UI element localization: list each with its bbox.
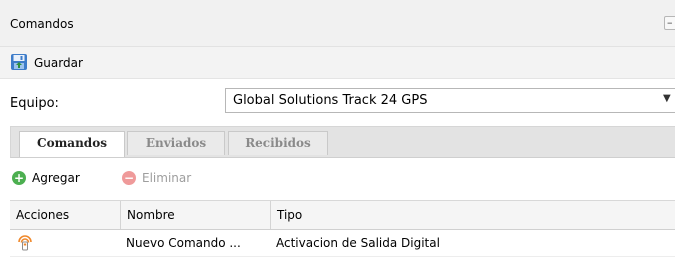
toolbar: Guardar bbox=[0, 47, 675, 79]
table-row[interactable]: Nuevo Comando ... Activacion de Salida D… bbox=[10, 230, 675, 257]
tab-recibidos[interactable]: Recibidos bbox=[228, 131, 328, 155]
column-header-acciones[interactable]: Acciones bbox=[10, 201, 120, 229]
save-label: Guardar bbox=[34, 56, 83, 70]
row-actions-cell bbox=[10, 230, 120, 256]
chevron-down-icon[interactable]: ▼ bbox=[663, 93, 671, 104]
equipo-select-value: Global Solutions Track 24 GPS bbox=[233, 93, 428, 108]
remove-icon: − bbox=[122, 171, 136, 185]
panel-title: Comandos bbox=[10, 17, 74, 31]
tab-comandos[interactable]: Comandos bbox=[19, 131, 125, 157]
add-button[interactable]: + Agregar bbox=[12, 171, 80, 185]
tab-strip: Comandos Enviados Recibidos bbox=[10, 126, 675, 158]
column-header-nombre[interactable]: Nombre bbox=[120, 201, 270, 229]
grid-header: Acciones Nombre Tipo bbox=[10, 200, 675, 230]
row-nombre-cell: Nuevo Comando ... bbox=[126, 236, 241, 250]
add-icon: + bbox=[12, 171, 26, 185]
column-header-tipo[interactable]: Tipo bbox=[270, 201, 675, 229]
save-icon bbox=[10, 53, 28, 74]
panel-header: Comandos – bbox=[0, 0, 675, 47]
remove-label: Eliminar bbox=[142, 171, 192, 185]
collapse-button[interactable]: – bbox=[664, 16, 675, 30]
actions-bar: + Agregar − Eliminar bbox=[10, 166, 675, 194]
equipo-label: Equipo: bbox=[10, 96, 59, 111]
tab-enviados[interactable]: Enviados bbox=[127, 131, 225, 155]
equipo-select[interactable]: Global Solutions Track 24 GPS ▼ bbox=[225, 88, 675, 113]
signal-device-icon[interactable] bbox=[16, 234, 34, 261]
save-button[interactable]: Guardar bbox=[10, 53, 83, 74]
add-label: Agregar bbox=[32, 171, 80, 185]
remove-button[interactable]: − Eliminar bbox=[122, 171, 191, 185]
row-tipo-cell: Activacion de Salida Digital bbox=[276, 236, 440, 250]
